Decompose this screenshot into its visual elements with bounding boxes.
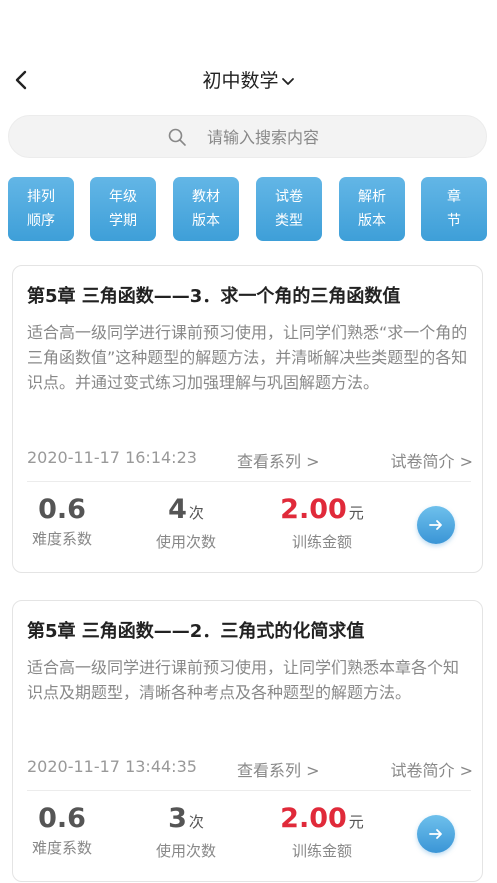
difficulty-stat: 0.6 难度系数 [7, 803, 117, 858]
paper-card[interactable]: 第5章 三角函数——3．求一个角的三角函数值 适合高一级同学进行课前预习使用，让… [12, 265, 483, 573]
amount-value: 2.00 元 [267, 494, 377, 529]
page-title: 初中数学 [202, 70, 279, 92]
uses-label: 使用次数 [155, 842, 216, 860]
filter-label: 排列 [27, 189, 55, 205]
card-title: 第5章 三角函数——2．三角式的化简求值 [27, 621, 365, 642]
filter-label: 版本 [358, 213, 386, 229]
amount-number: 2.00 [280, 803, 347, 834]
arrow-right-icon [429, 829, 442, 839]
card-date: 2020-11-17 13:44:35 [27, 757, 197, 776]
difficulty-value: 0.6 [38, 803, 86, 834]
filter-chapter[interactable]: 章 节 [421, 177, 487, 241]
uses-value: 4次 [131, 494, 241, 529]
filter-label: 试卷 [275, 189, 303, 205]
uses-unit: 次 [188, 504, 204, 522]
view-series-link[interactable]: 查看系列 > [237, 448, 320, 472]
filter-paper-type[interactable]: 试卷 类型 [256, 177, 322, 241]
filter-label: 学期 [109, 213, 137, 229]
divider [27, 790, 471, 791]
amount-value: 2.00 元 [267, 803, 377, 838]
uses-stat: 3次 使用次数 [131, 803, 241, 861]
uses-stat: 4次 使用次数 [131, 494, 241, 552]
paper-intro-link[interactable]: 试卷简介 > [391, 757, 474, 781]
view-series-link[interactable]: 查看系列 > [237, 757, 320, 781]
chevron-down-icon [281, 77, 294, 85]
filter-label: 年级 [109, 189, 137, 205]
filter-grade-term[interactable]: 年级 学期 [90, 177, 156, 241]
filter-analysis-version[interactable]: 解析 版本 [339, 177, 405, 241]
uses-count: 4 [168, 494, 187, 525]
paper-intro-link[interactable]: 试卷简介 > [391, 448, 474, 472]
uses-label: 使用次数 [155, 533, 216, 551]
amount-label: 训练金额 [291, 533, 352, 551]
difficulty-label: 难度系数 [31, 839, 92, 857]
filter-label: 章 [447, 189, 461, 205]
uses-value: 3次 [131, 803, 241, 838]
uses-unit: 次 [188, 813, 204, 831]
amount-stat: 2.00 元 训练金额 [267, 494, 377, 552]
filter-label: 顺序 [27, 213, 55, 229]
card-description: 适合高一级同学进行课前预习使用，让同学们熟悉本章各个知识点及期题型，清晰各种考点… [27, 658, 460, 702]
difficulty-label: 难度系数 [31, 530, 92, 548]
card-meta: 2020-11-17 13:44:35 查看系列 > 试卷简介 > [27, 757, 473, 781]
card-date: 2020-11-17 16:14:23 [27, 448, 197, 467]
filter-label: 类型 [275, 213, 303, 229]
filter-textbook-edition[interactable]: 教材 版本 [173, 177, 239, 241]
start-practice-button[interactable] [417, 506, 455, 544]
divider [27, 481, 471, 482]
subject-selector[interactable]: 初中数学 [0, 66, 497, 93]
difficulty-stat: 0.6 难度系数 [7, 494, 117, 549]
filter-sort-order[interactable]: 排列 顺序 [8, 177, 74, 241]
card-description: 适合高一级同学进行课前预习使用，让同学们熟悉“求一个角的三角函数值”这种题型的解… [27, 323, 468, 392]
amount-stat: 2.00 元 训练金额 [267, 803, 377, 861]
difficulty-value: 0.6 [38, 494, 86, 525]
arrow-right-icon [429, 520, 442, 530]
card-title: 第5章 三角函数——3．求一个角的三角函数值 [27, 286, 401, 307]
filter-label: 节 [447, 213, 461, 229]
filter-label: 解析 [358, 189, 386, 205]
search-icon [168, 128, 186, 146]
amount-unit: 元 [348, 504, 364, 522]
start-practice-button[interactable] [417, 815, 455, 853]
filter-label: 版本 [192, 213, 220, 229]
paper-card[interactable]: 第5章 三角函数——2．三角式的化简求值 适合高一级同学进行课前预习使用，让同学… [12, 600, 483, 882]
card-meta: 2020-11-17 16:14:23 查看系列 > 试卷简介 > [27, 448, 473, 472]
header: 初中数学 [0, 58, 497, 102]
filter-label: 教材 [192, 189, 220, 205]
search-bar[interactable] [8, 115, 487, 158]
amount-number: 2.00 [280, 494, 347, 525]
amount-label: 训练金额 [291, 842, 352, 860]
search-input[interactable] [207, 125, 467, 149]
uses-count: 3 [168, 803, 187, 834]
page: 初中数学 排列 顺序 年级 学期 教材 版本 试卷 类型 解析 [0, 0, 497, 883]
amount-unit: 元 [348, 813, 364, 831]
filter-bar: 排列 顺序 年级 学期 教材 版本 试卷 类型 解析 版本 章 节 [8, 177, 489, 241]
